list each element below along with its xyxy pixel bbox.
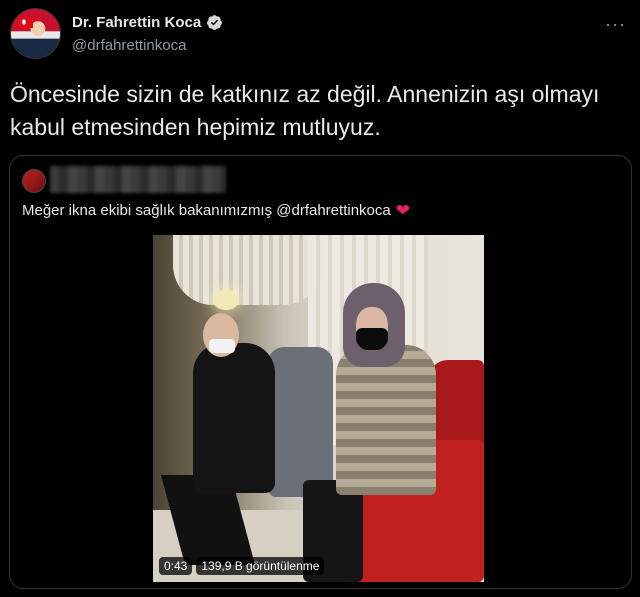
quoted-author-name-blurred (50, 166, 226, 193)
quoted-tweet-text: Meğer ikna ekibi sağlık bakanımızmış @dr… (22, 202, 391, 219)
heart-emoji-icon: ❤ (395, 201, 410, 220)
video-curtain (173, 235, 323, 305)
author-avatar[interactable] (10, 8, 61, 59)
video-lamp (213, 290, 239, 310)
video-man-mask (209, 339, 235, 353)
video-woman-mask (356, 328, 388, 350)
video-player[interactable]: 0:43 139,9 B görüntülenme (153, 235, 484, 582)
video-view-count: 139,9 B görüntülenme (196, 557, 325, 575)
video-armchair (268, 347, 333, 497)
tweet-text: Öncesinde sizin de katkınız az değil. An… (10, 81, 600, 140)
quoted-tweet-text-row: Meğer ikna ekibi sağlık bakanımızmış @dr… (22, 202, 410, 219)
video-woman (336, 345, 436, 495)
quoted-author-avatar[interactable] (22, 169, 46, 193)
video-info-overlay: 0:43 139,9 B görüntülenme (159, 557, 325, 575)
more-options-icon[interactable]: ··· (605, 14, 626, 35)
author-name-row: Dr. Fahrettin Koca (72, 14, 223, 31)
video-man (193, 343, 275, 493)
video-duration: 0:43 (159, 557, 193, 575)
quoted-tweet[interactable]: Meğer ikna ekibi sağlık bakanımızmış @dr… (9, 155, 632, 589)
verified-badge-icon (207, 15, 223, 30)
author-name[interactable]: Dr. Fahrettin Koca (72, 14, 201, 31)
flag-icon (17, 17, 33, 28)
author-handle[interactable]: @drfahrettinkoca (72, 37, 186, 54)
tweet-header: Dr. Fahrettin Koca @drfahrettinkoca ··· (10, 8, 630, 62)
